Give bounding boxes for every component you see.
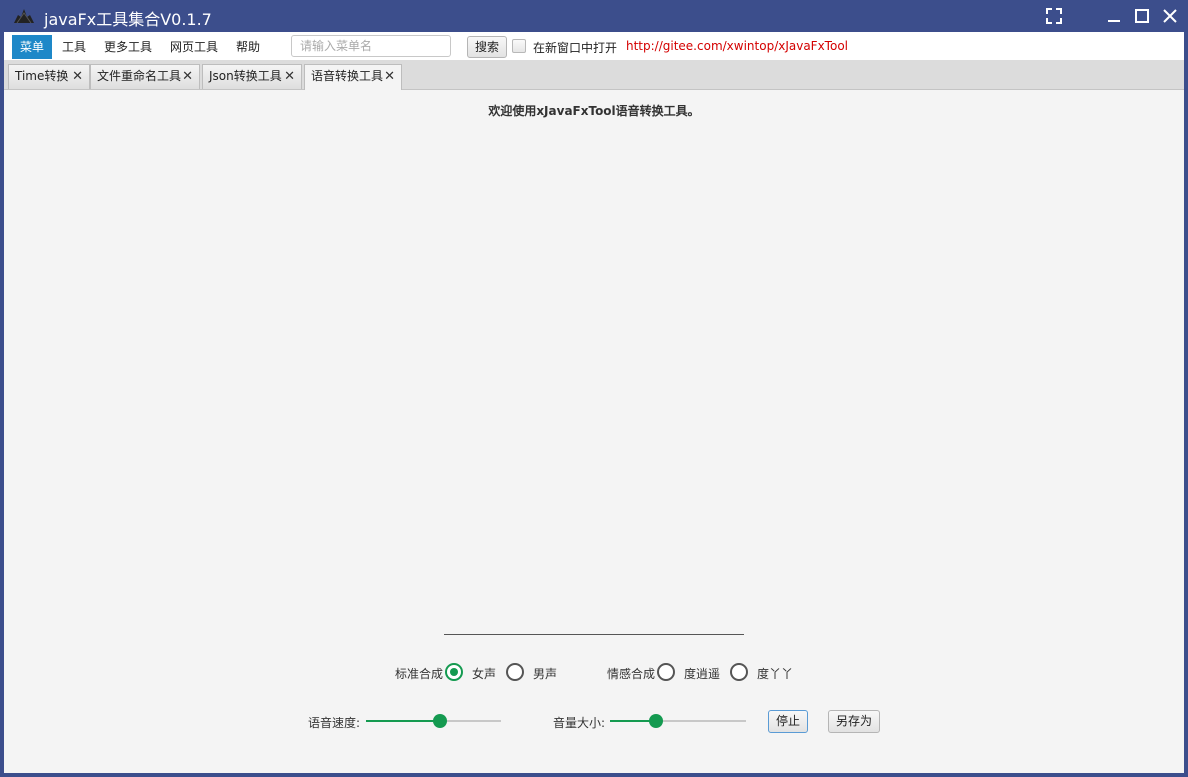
radio-male-label: 男声	[533, 667, 558, 681]
new-window-label: 在新窗口中打开	[533, 41, 618, 55]
menu-item-web-tools[interactable]: 网页工具	[162, 35, 226, 59]
radio-female-label: 女声	[472, 667, 497, 681]
tab-time-convert[interactable]: Time转换 ✕	[8, 64, 90, 89]
radio-male[interactable]	[506, 663, 524, 681]
tab-label: 语音转换工具	[311, 69, 384, 83]
tab-label: 文件重命名工具	[97, 69, 182, 83]
window-title: javaFx工具集合V0.1.7	[44, 10, 212, 29]
radio-duxiaoyao-label: 度逍遥	[684, 667, 721, 681]
tab-label: Json转换工具	[209, 69, 282, 83]
volume-slider-thumb[interactable]	[649, 714, 664, 728]
new-window-checkbox[interactable]	[512, 39, 526, 53]
minimize-icon[interactable]	[1104, 6, 1124, 26]
app-window: 菜单 工具 更多工具 网页工具 帮助 搜索 在新窗口中打开 http://git…	[4, 32, 1184, 773]
menu-item-help[interactable]: 帮助	[228, 35, 268, 59]
volume-label: 音量大小:	[553, 716, 606, 730]
radio-female[interactable]	[445, 663, 463, 681]
volume-slider[interactable]	[610, 714, 746, 728]
menu-bar: 菜单 工具 更多工具 网页工具 帮助 搜索 在新窗口中打开 http://git…	[4, 32, 1184, 60]
standard-synthesis-label: 标准合成	[395, 667, 444, 681]
tab-close-icon[interactable]: ✕	[72, 65, 83, 88]
gitee-link[interactable]: http://gitee.com/xwintop/xJavaFxTool	[626, 39, 848, 53]
tab-close-icon[interactable]: ✕	[182, 65, 193, 88]
maximize-icon[interactable]	[1132, 6, 1152, 26]
tab-voice-convert[interactable]: 语音转换工具 ✕	[304, 64, 402, 90]
close-icon[interactable]	[1160, 6, 1180, 26]
fullscreen-icon[interactable]	[1044, 6, 1064, 26]
title-bar: javaFx工具集合V0.1.7	[0, 0, 1188, 32]
app-logo-icon	[14, 9, 34, 24]
speed-slider-fill	[366, 720, 441, 722]
speed-label: 语音速度:	[308, 716, 361, 730]
emotion-synthesis-label: 情感合成	[607, 667, 656, 681]
text-input-line[interactable]	[444, 634, 744, 635]
tab-close-icon[interactable]: ✕	[384, 65, 395, 88]
save-as-button[interactable]: 另存为	[828, 710, 880, 733]
speed-slider[interactable]	[366, 714, 501, 728]
radio-duxiaoyao[interactable]	[657, 663, 675, 681]
search-button[interactable]: 搜索	[467, 36, 507, 58]
radio-duyaya-label: 度丫丫	[757, 667, 794, 681]
speed-slider-thumb[interactable]	[433, 714, 448, 728]
menu-item-menu[interactable]: 菜单	[12, 35, 53, 59]
menu-search-input[interactable]	[291, 35, 451, 57]
welcome-text: 欢迎使用xJavaFxTool语音转换工具。	[488, 104, 700, 118]
tab-json-convert[interactable]: Json转换工具 ✕	[202, 64, 302, 89]
menu-item-more-tools[interactable]: 更多工具	[96, 35, 160, 59]
tab-close-icon[interactable]: ✕	[284, 65, 295, 88]
tab-strip: Time转换 ✕ 文件重命名工具 ✕ Json转换工具 ✕ 语音转换工具 ✕	[4, 60, 1184, 90]
radio-duyaya[interactable]	[730, 663, 748, 681]
tab-label: Time转换	[15, 69, 69, 83]
menu-item-tools[interactable]: 工具	[54, 35, 94, 59]
tab-file-rename[interactable]: 文件重命名工具 ✕	[90, 64, 200, 89]
stop-button[interactable]: 停止	[768, 710, 808, 733]
